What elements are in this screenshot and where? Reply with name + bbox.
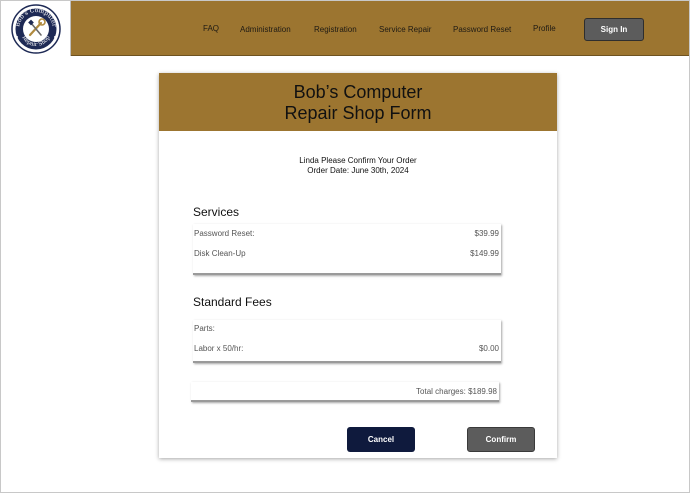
standard-fees-panel: Parts: Labor x 50/hr: $0.00 [193, 320, 501, 363]
form-title: Bob’s Computer Repair Shop Form [159, 82, 557, 124]
form-title-line1: Bob’s Computer [293, 82, 423, 102]
logo[interactable]: Bob's Computer Repair Shop [1, 1, 71, 56]
nav-service-repair[interactable]: Service Repair [379, 25, 431, 34]
service-label: Disk Clean-Up [194, 249, 246, 258]
services-panel: Password Reset: $39.99 Disk Clean-Up $14… [193, 224, 501, 275]
total-panel: Total charges: $189.98 [191, 382, 499, 402]
fee-label: Labor x 50/hr: [194, 344, 244, 353]
shop-logo-icon: Bob's Computer Repair Shop [11, 4, 61, 54]
nav-profile[interactable]: Profile [533, 24, 556, 33]
service-amount: $149.99 [470, 249, 499, 258]
nav-administration[interactable]: Administration [240, 25, 291, 34]
services-heading: Services [193, 205, 240, 219]
form-header: Bob’s Computer Repair Shop Form [159, 73, 557, 131]
order-date: Order Date: June 30th, 2024 [307, 166, 409, 175]
sign-in-button[interactable]: Sign In [584, 18, 644, 41]
order-form-card: Bob’s Computer Repair Shop Form Linda Pl… [159, 73, 557, 458]
fee-amount: $0.00 [478, 344, 499, 353]
nav-faq[interactable]: FAQ [203, 24, 219, 33]
top-navbar: Bob's Computer Repair Shop FAQ Administr… [1, 1, 689, 56]
total-charges: Total charges: $189.98 [416, 387, 497, 396]
fee-label: Parts: [194, 324, 215, 333]
cancel-button[interactable]: Cancel [347, 427, 415, 452]
confirm-button[interactable]: Confirm [467, 427, 535, 452]
form-title-line2: Repair Shop Form [284, 103, 432, 123]
service-label: Password Reset: [194, 229, 255, 238]
standard-fees-heading: Standard Fees [193, 295, 272, 309]
nav-password-reset[interactable]: Password Reset [453, 25, 511, 34]
service-amount: $39.99 [474, 229, 499, 238]
confirm-message: Linda Please Confirm Your Order [299, 156, 417, 165]
nav-registration[interactable]: Registration [314, 25, 357, 34]
